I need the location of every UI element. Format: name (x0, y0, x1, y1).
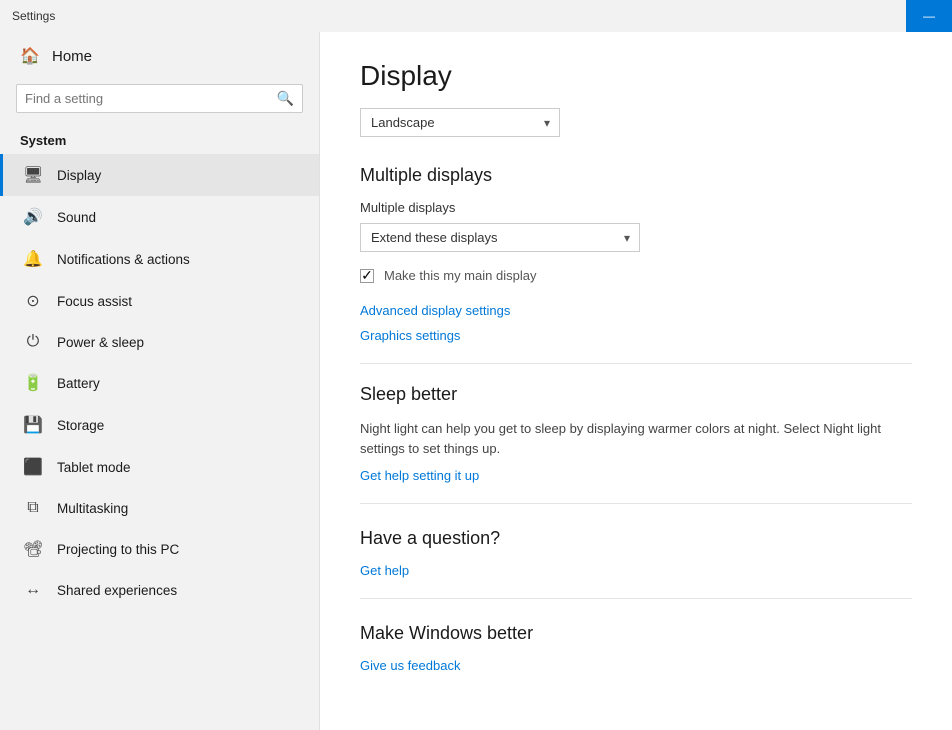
nav-items-list: 🖥 Display 🔊 Sound 🔔 Notifications & actions ⊙ F… (0, 154, 319, 610)
system-section-title: System (0, 125, 319, 154)
power-icon: ⏻ (23, 333, 43, 351)
sleep-better-heading: Sleep better (360, 384, 912, 405)
sidebar-item-projecting[interactable]: 📽 Projecting to this PC (0, 528, 319, 570)
multiple-displays-heading: Multiple displays (360, 165, 912, 186)
multitasking-icon: ⧉ (23, 499, 43, 517)
projecting-icon: 📽 (23, 539, 43, 559)
divider-1 (360, 363, 912, 364)
checkbox-check-icon: ✓ (361, 267, 373, 284)
shared-icon: ↔ (23, 581, 43, 599)
app-body: 🏠 Home 🔍 System 🖥 Display 🔊 Sound 🔔 Notificat… (0, 32, 952, 730)
divider-3 (360, 598, 912, 599)
main-display-row: ✓ Make this my main display (360, 268, 912, 283)
battery-icon: 🔋 (23, 373, 43, 393)
sidebar-item-label-power: Power & sleep (57, 335, 144, 350)
get-help-link[interactable]: Get help (360, 563, 912, 578)
sidebar-item-label-multitasking: Multitasking (57, 501, 128, 516)
graphics-settings-link[interactable]: Graphics settings (360, 328, 912, 343)
make-windows-heading: Make Windows better (360, 623, 912, 644)
get-help-setting-link[interactable]: Get help setting it up (360, 468, 912, 483)
multiple-displays-select[interactable]: Extend these displaysDuplicate these dis… (360, 223, 640, 252)
sidebar-item-power[interactable]: ⏻ Power & sleep (0, 322, 319, 362)
notifications-icon: 🔔 (23, 249, 43, 269)
titlebar-title: Settings (12, 9, 55, 23)
make-windows-better-section: Make Windows better Give us feedback (360, 623, 912, 673)
sidebar-item-battery[interactable]: 🔋 Battery (0, 362, 319, 404)
home-icon: 🏠 (20, 46, 40, 66)
orientation-select[interactable]: Landscape (360, 108, 560, 137)
tablet-icon: ⬛ (23, 457, 43, 477)
sidebar-item-label-display: Display (57, 168, 101, 183)
sidebar-item-storage[interactable]: 💾 Storage (0, 404, 319, 446)
sidebar-item-shared[interactable]: ↔ Shared experiences (0, 570, 319, 610)
storage-icon: 💾 (23, 415, 43, 435)
have-question-section: Have a question? Get help (360, 528, 912, 578)
minimize-button[interactable]: — (906, 0, 952, 32)
sidebar: 🏠 Home 🔍 System 🖥 Display 🔊 Sound 🔔 Notificat… (0, 32, 320, 730)
sidebar-item-label-tablet: Tablet mode (57, 460, 131, 475)
orientation-select-wrapper[interactable]: Landscape ▾ (360, 108, 560, 137)
sidebar-item-focus[interactable]: ⊙ Focus assist (0, 280, 319, 322)
sidebar-item-notifications[interactable]: 🔔 Notifications & actions (0, 238, 319, 280)
sidebar-item-label-focus: Focus assist (57, 294, 132, 309)
display-icon: 🖥 (23, 165, 43, 185)
sidebar-item-sound[interactable]: 🔊 Sound (0, 196, 319, 238)
sidebar-item-tablet[interactable]: ⬛ Tablet mode (0, 446, 319, 488)
sidebar-home-button[interactable]: 🏠 Home (0, 32, 319, 80)
focus-icon: ⊙ (23, 291, 43, 311)
sidebar-item-multitasking[interactable]: ⧉ Multitasking (0, 488, 319, 528)
multiple-displays-label: Multiple displays (360, 200, 912, 215)
sidebar-home-label: Home (52, 48, 92, 65)
sidebar-item-label-notifications: Notifications & actions (57, 252, 190, 267)
sidebar-item-label-sound: Sound (57, 210, 96, 225)
advanced-display-link[interactable]: Advanced display settings (360, 303, 912, 318)
sidebar-item-label-battery: Battery (57, 376, 100, 391)
sound-icon: 🔊 (23, 207, 43, 227)
divider-2 (360, 503, 912, 504)
page-title: Display (360, 60, 912, 92)
titlebar-controls: — (906, 0, 952, 32)
have-question-heading: Have a question? (360, 528, 912, 549)
sleep-better-desc: Night light can help you get to sleep by… (360, 419, 912, 458)
give-feedback-link[interactable]: Give us feedback (360, 658, 912, 673)
search-input[interactable] (25, 91, 269, 106)
content-area: Display Landscape ▾ Multiple displays Mu… (320, 32, 952, 730)
multiple-displays-select-wrapper[interactable]: Extend these displaysDuplicate these dis… (360, 223, 640, 252)
titlebar: Settings — (0, 0, 952, 32)
search-icon: 🔍 (277, 90, 294, 107)
sidebar-item-label-storage: Storage (57, 418, 104, 433)
sidebar-item-display[interactable]: 🖥 Display (0, 154, 319, 196)
search-box[interactable]: 🔍 (16, 84, 303, 113)
main-display-checkbox[interactable]: ✓ (360, 269, 374, 283)
sidebar-item-label-shared: Shared experiences (57, 583, 177, 598)
sidebar-item-label-projecting: Projecting to this PC (57, 542, 179, 557)
main-display-label: Make this my main display (384, 268, 536, 283)
